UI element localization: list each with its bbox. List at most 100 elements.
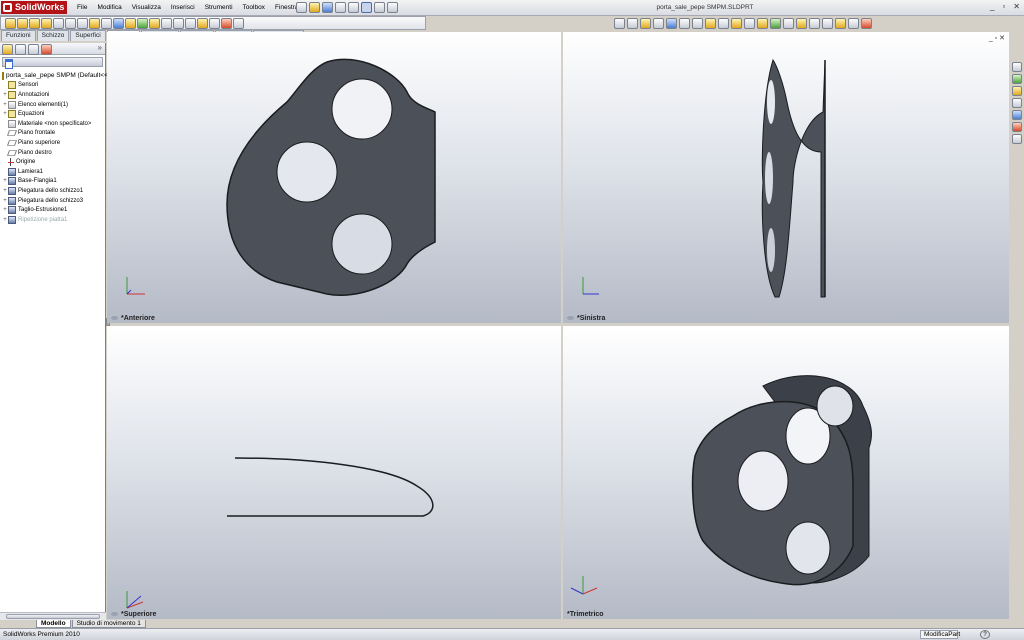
tab-funzioni[interactable]: Funzioni: [1, 30, 36, 41]
feature-tree-item[interactable]: Piano destro: [2, 148, 103, 158]
feature-tree-item[interactable]: Lamiera1: [2, 167, 103, 177]
scrollbar-thumb[interactable]: [6, 614, 100, 619]
open-folder-icon[interactable]: [309, 2, 320, 13]
feature-tree-item[interactable]: + Piegatura dello schizzo3: [2, 196, 103, 206]
save-icon[interactable]: [322, 2, 333, 13]
cross-break-tool-icon[interactable]: [77, 17, 88, 29]
viewport-top[interactable]: *Superiore: [107, 326, 561, 619]
menu-item[interactable]: File: [72, 0, 92, 16]
feature-tree-item[interactable]: + Equazioni: [2, 109, 103, 119]
extruded-cut-tool-icon[interactable]: [173, 17, 184, 29]
view-settings-icon[interactable]: [822, 18, 833, 29]
property-manager-tab-icon[interactable]: [15, 44, 26, 55]
realview-icon[interactable]: [757, 18, 768, 29]
scene-icon[interactable]: [783, 18, 794, 29]
feature-tree-item[interactable]: + Ripetizione piatta1: [2, 215, 103, 225]
unfold-tool-icon[interactable]: [113, 17, 124, 29]
miter-flange-tool-icon[interactable]: [29, 17, 40, 29]
feature-tree-item[interactable]: Sensori: [2, 81, 103, 91]
help-icon[interactable]: ?: [980, 630, 990, 639]
new-document-icon[interactable]: [296, 2, 307, 13]
zoom-fit-icon[interactable]: [640, 18, 651, 29]
feature-tree-item[interactable]: + Piegatura dello schizzo1: [2, 186, 103, 196]
viewport-left[interactable]: _ ▫ ✕ *Sinistra: [563, 32, 1009, 323]
design-library-icon[interactable]: [1012, 74, 1022, 84]
cameras-icon[interactable]: [809, 18, 820, 29]
tab-schizzo[interactable]: Schizzo: [36, 30, 70, 41]
convert-to-sheet-metal-icon[interactable]: [233, 17, 244, 29]
display-manager-tab-icon[interactable]: [41, 44, 52, 55]
chevron-right-icon[interactable]: »: [98, 43, 102, 52]
bottom-tab[interactable]: Modello: [36, 620, 71, 628]
sketched-bend-tool-icon[interactable]: [65, 17, 76, 29]
filter-bar[interactable]: [2, 57, 103, 69]
restore-icon[interactable]: ▫: [1002, 2, 1005, 11]
zoom-area-icon[interactable]: [653, 18, 664, 29]
hidden-lines-icon[interactable]: [718, 18, 729, 29]
hem-tool-icon[interactable]: [41, 17, 52, 29]
feature-tree-item[interactable]: Piano frontale: [2, 129, 103, 139]
close-icon[interactable]: ✕: [1013, 2, 1020, 11]
menu-item[interactable]: Strumenti: [200, 0, 238, 16]
flatten-tool-icon[interactable]: [137, 17, 148, 29]
viewport-trimetric[interactable]: *Trimetrico: [563, 326, 1009, 619]
appearance-icon[interactable]: [770, 18, 781, 29]
pan-icon[interactable]: [679, 18, 690, 29]
vent-tool-icon[interactable]: [197, 17, 208, 29]
bottom-tab[interactable]: Studio di movimento 1: [71, 620, 146, 628]
edge-flange-tool-icon[interactable]: [17, 17, 28, 29]
fold-tool-icon[interactable]: [125, 17, 136, 29]
insert-bends-tool-icon[interactable]: [161, 17, 172, 29]
menu-item[interactable]: Visualizza: [127, 0, 166, 16]
feature-tree-root[interactable]: porta_sale_pepe SMPM (Default<<D: [2, 71, 113, 81]
menu-item[interactable]: Toolbox: [238, 0, 270, 16]
appearances-icon[interactable]: [1012, 122, 1022, 132]
rebuild-icon[interactable]: [374, 2, 385, 13]
feature-tree-item[interactable]: + Elenco elementi(1): [2, 100, 103, 110]
view-orientation-icon[interactable]: [614, 18, 625, 29]
edit-appearance-icon[interactable]: [861, 18, 872, 29]
jog-tool-icon[interactable]: [53, 17, 64, 29]
options-icon[interactable]: [387, 2, 398, 13]
tab-superfici[interactable]: Superfici: [70, 30, 106, 41]
feature-tree-tab-icon[interactable]: [2, 44, 13, 55]
lights-icon[interactable]: [796, 18, 807, 29]
perspective-icon[interactable]: [744, 18, 755, 29]
resources-icon[interactable]: [1012, 62, 1022, 72]
menu-item[interactable]: Modifica: [92, 0, 126, 16]
lofted-bend-tool-icon[interactable]: [209, 17, 220, 29]
solidworks-logo[interactable]: SolidWorks: [1, 1, 67, 14]
feature-tree-item[interactable]: + Taglio-Estrusione1: [2, 205, 103, 215]
view-palette-icon[interactable]: [1012, 110, 1022, 120]
feature-tree-item[interactable]: + Base-Flangia1: [2, 177, 103, 187]
display-style-icon[interactable]: [627, 18, 638, 29]
undo-icon[interactable]: [348, 2, 359, 13]
rotate-view-icon[interactable]: [666, 18, 677, 29]
panel-horizontal-scrollbar[interactable]: [0, 612, 106, 620]
more-tools-icon[interactable]: [835, 18, 846, 29]
base-flange-tool-icon[interactable]: [5, 17, 16, 29]
select-arrow-icon[interactable]: [361, 2, 372, 13]
no-bends-tool-icon[interactable]: [149, 17, 160, 29]
simple-hole-tool-icon[interactable]: [185, 17, 196, 29]
file-explorer-icon[interactable]: [1012, 86, 1022, 96]
section-view-icon[interactable]: [692, 18, 703, 29]
closed-corner-tool-icon[interactable]: [89, 17, 100, 29]
viewport-front[interactable]: *Anteriore: [107, 32, 561, 323]
break-corner-tool-icon[interactable]: [221, 17, 232, 29]
print-icon[interactable]: [335, 2, 346, 13]
custom-properties-icon[interactable]: [1012, 134, 1022, 144]
hide-show-icon[interactable]: [848, 18, 859, 29]
feature-tree-item[interactable]: + Annotazioni: [2, 90, 103, 100]
configuration-tab-icon[interactable]: [28, 44, 39, 55]
feature-tree-item[interactable]: Origine: [2, 157, 103, 167]
minimize-icon[interactable]: _: [990, 2, 994, 11]
rip-tool-icon[interactable]: [101, 17, 112, 29]
feature-tree-item[interactable]: Materiale <non specificato>: [2, 119, 103, 129]
shaded-with-edges-icon[interactable]: [705, 18, 716, 29]
wireframe-icon[interactable]: [731, 18, 742, 29]
viewport-window-controls[interactable]: _ ▫ ✕: [989, 34, 1005, 42]
feature-tree-item[interactable]: Piano superiore: [2, 138, 103, 148]
search-icon[interactable]: [1012, 98, 1022, 108]
menu-item[interactable]: Inserisci: [166, 0, 200, 16]
